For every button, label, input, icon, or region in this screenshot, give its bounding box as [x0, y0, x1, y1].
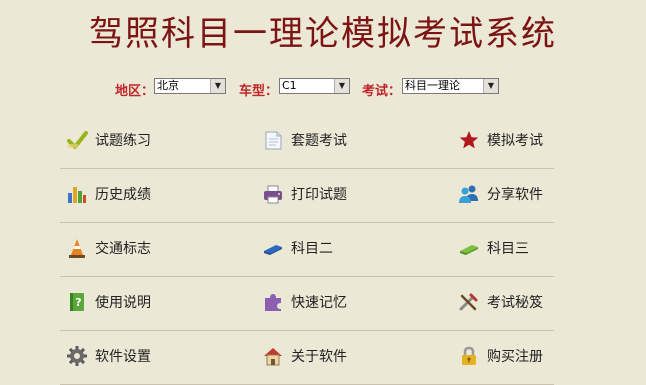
menu-settings-button[interactable]: 软件设置 [66, 343, 151, 369]
menu-print-button[interactable]: 打印试题 [262, 181, 347, 207]
cartype-value: C1 [282, 79, 297, 92]
app-title: 驾照科目一理论模拟考试系统 [89, 14, 557, 54]
menu-row: 软件设置 关于软件 购买注册 [60, 331, 554, 385]
exam-select[interactable]: 科目一理论 ▼ [402, 78, 499, 94]
house-icon [262, 345, 284, 367]
region-select[interactable]: 北京 ▼ [154, 78, 226, 94]
menu-label: 历史成绩 [95, 187, 151, 203]
menu-traffic-signs-button[interactable]: 交通标志 [66, 235, 151, 261]
menu-row: 历史成绩 打印试题 分享软件 [60, 169, 554, 223]
menu-label: 软件设置 [95, 349, 151, 365]
gear-icon [66, 345, 88, 367]
menu-exam-tips-button[interactable]: 考试秘笈 [458, 289, 543, 315]
menu-about-button[interactable]: 关于软件 [262, 343, 347, 369]
chevron-down-icon[interactable]: ▼ [483, 79, 498, 93]
region-label: 地区： [115, 84, 155, 99]
menu-mock-exam-button[interactable]: 模拟考试 [458, 127, 543, 153]
menu-label: 套题考试 [291, 133, 347, 149]
tools-icon [458, 291, 480, 313]
menu-subject-three-button[interactable]: 科目三 [458, 235, 529, 261]
bar-chart-icon [66, 183, 88, 205]
exam-value: 科目一理论 [405, 79, 460, 92]
traffic-cone-icon [66, 237, 88, 259]
menu-label: 使用说明 [95, 295, 151, 311]
menu-instructions-button[interactable]: ? 使用说明 [66, 289, 151, 315]
eraser-blue-icon [262, 237, 284, 259]
svg-text:?: ? [75, 296, 81, 309]
cartype-select[interactable]: C1 ▼ [279, 78, 350, 94]
menu-practice-button[interactable]: 试题练习 [66, 127, 151, 153]
cartype-label: 车型： [239, 84, 279, 99]
lock-icon [458, 345, 480, 367]
menu-label: 科目二 [291, 241, 333, 257]
menu-label: 交通标志 [95, 241, 151, 257]
menu-set-exam-button[interactable]: 套题考试 [262, 127, 347, 153]
menu-label: 科目三 [487, 241, 529, 257]
menu-quick-memory-button[interactable]: 快速记忆 [262, 289, 347, 315]
menu-row: 试题练习 套题考试 模拟考试 [60, 115, 554, 169]
document-icon [262, 129, 284, 151]
puzzle-icon [262, 291, 284, 313]
menu-label: 购买注册 [487, 349, 543, 365]
exam-label: 考试： [362, 84, 402, 99]
users-icon [458, 183, 480, 205]
menu-label: 分享软件 [487, 187, 543, 203]
menu-subject-two-button[interactable]: 科目二 [262, 235, 333, 261]
menu-label: 试题练习 [95, 133, 151, 149]
menu-row: 交通标志 科目二 科目三 [60, 223, 554, 277]
filter-bar: 地区： 北京 ▼ 车型： C1 ▼ 考试： 科目一理论 ▼ [0, 78, 646, 99]
chevron-down-icon[interactable]: ▼ [210, 79, 225, 93]
menu-history-button[interactable]: 历史成绩 [66, 181, 151, 207]
eraser-green-icon [458, 237, 480, 259]
chevron-down-icon[interactable]: ▼ [334, 79, 349, 93]
menu-label: 打印试题 [291, 187, 347, 203]
menu-label: 模拟考试 [487, 133, 543, 149]
menu-label: 快速记忆 [291, 295, 347, 311]
menu-register-button[interactable]: 购买注册 [458, 343, 543, 369]
menu-share-button[interactable]: 分享软件 [458, 181, 543, 207]
region-value: 北京 [157, 79, 179, 92]
menu-label: 关于软件 [291, 349, 347, 365]
menu-row: ? 使用说明 快速记忆 考试秘笈 [60, 277, 554, 331]
printer-icon [262, 183, 284, 205]
star-icon [458, 129, 480, 151]
help-book-icon: ? [66, 291, 88, 313]
menu-label: 考试秘笈 [487, 295, 543, 311]
checkmark-icon [66, 129, 88, 151]
